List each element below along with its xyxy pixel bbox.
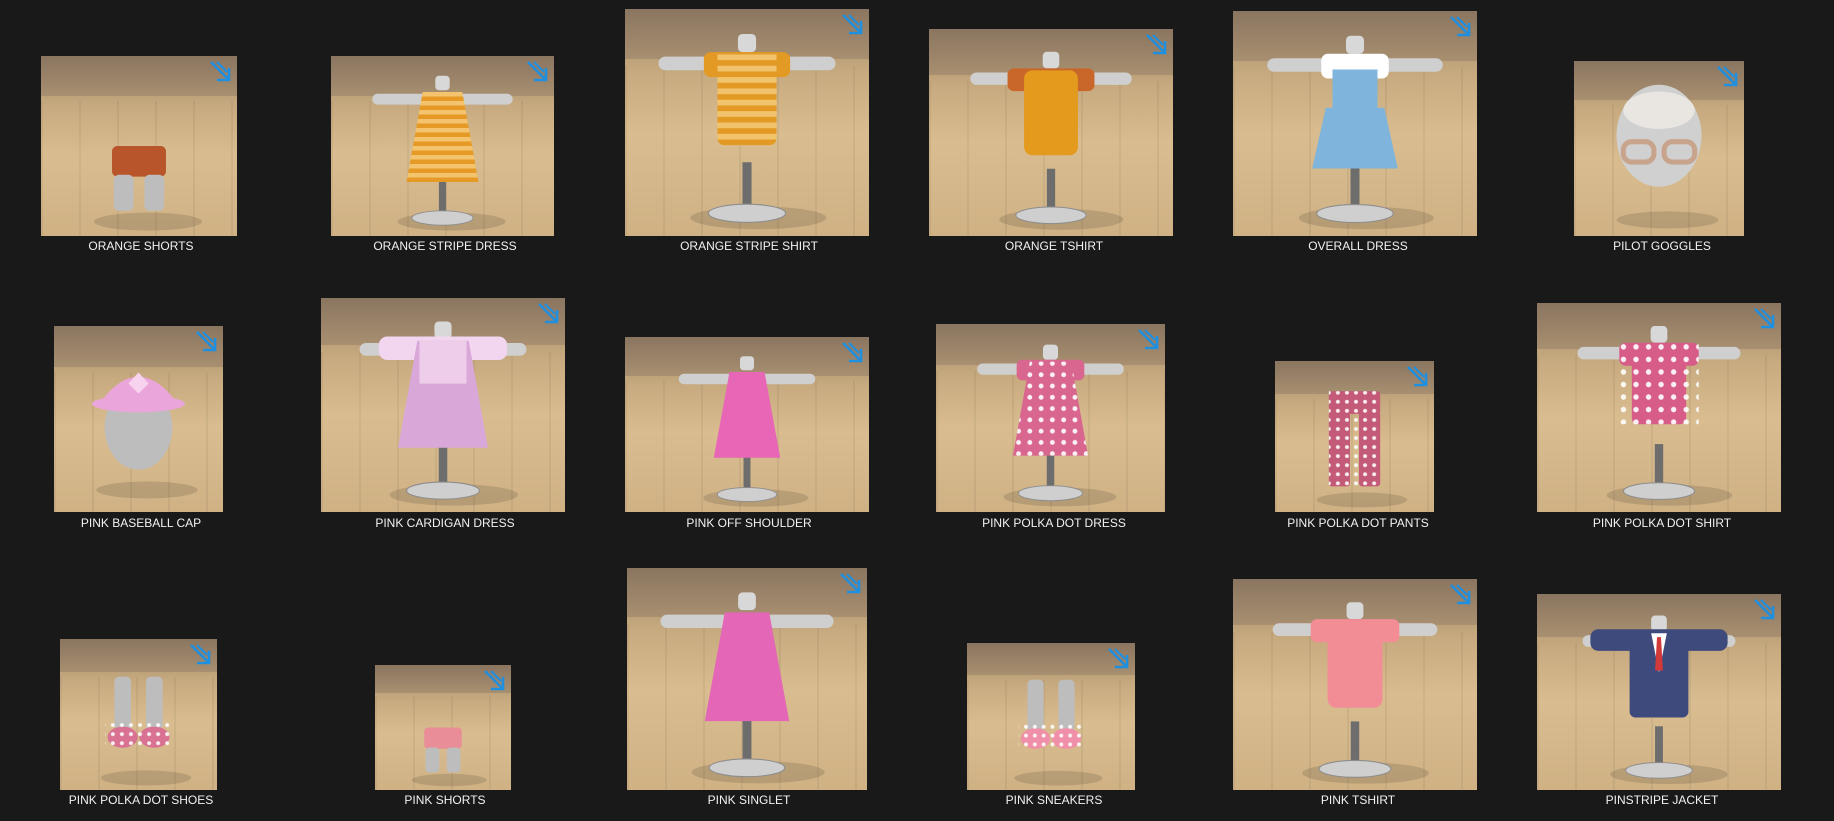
file-name-label[interactable]: ORANGE STRIPE DRESS: [295, 239, 595, 253]
file-thumbnail[interactable]: [331, 56, 554, 236]
shortcut-arrow-icon: [196, 331, 217, 352]
file-name-label[interactable]: ORANGE STRIPE SHIRT: [599, 239, 899, 253]
file-thumbnail[interactable]: [60, 639, 217, 790]
file-name-label[interactable]: PINK POLKA DOT PANTS: [1208, 516, 1508, 530]
clothing-preview: [678, 356, 816, 507]
file-thumbnail[interactable]: [1537, 594, 1781, 790]
shortcut-arrow-icon: [190, 644, 211, 665]
file-thumbnail[interactable]: [1537, 303, 1781, 512]
file-name-label[interactable]: PINK SNEAKERS: [904, 793, 1204, 807]
clothing-preview: [372, 75, 513, 231]
file-name-label[interactable]: PINK CARDIGAN DRESS: [295, 516, 595, 530]
file-thumbnail[interactable]: [321, 298, 565, 512]
clothing-preview: [1267, 35, 1443, 230]
shortcut-arrow-icon: [210, 61, 231, 82]
clothing-preview: [660, 592, 834, 784]
shortcut-arrow-icon: [484, 670, 505, 691]
file-grid: ORANGE SHORTS ORANGE STRIPE DRESS ORANGE…: [0, 0, 1834, 821]
file-thumbnail[interactable]: [967, 643, 1135, 790]
file-thumbnail[interactable]: [375, 665, 511, 790]
shortcut-arrow-icon: [1717, 66, 1738, 87]
clothing-preview: [1272, 602, 1438, 784]
file-thumbnail[interactable]: [41, 56, 237, 236]
shortcut-arrow-icon: [1108, 648, 1129, 669]
file-name-label[interactable]: PINK TSHIRT: [1208, 793, 1508, 807]
shortcut-arrow-icon: [538, 303, 559, 324]
file-thumbnail[interactable]: [1574, 61, 1744, 236]
file-name-label[interactable]: PILOT GOGGLES: [1512, 239, 1812, 253]
file-name-label[interactable]: PINSTRIPE JACKET: [1512, 793, 1812, 807]
shortcut-arrow-icon: [1407, 366, 1428, 387]
clothing-preview: [359, 321, 527, 506]
shortcut-arrow-icon: [1754, 599, 1775, 620]
file-thumbnail[interactable]: [627, 568, 867, 790]
clothing-preview: [970, 51, 1132, 230]
clothing-preview: [1577, 325, 1741, 506]
file-name-label[interactable]: PINK POLKA DOT DRESS: [904, 516, 1204, 530]
file-name-label[interactable]: PINK SINGLET: [599, 793, 899, 807]
shortcut-arrow-icon: [842, 14, 863, 35]
file-name-label[interactable]: OVERALL DRESS: [1208, 239, 1508, 253]
shortcut-arrow-icon: [1450, 584, 1471, 605]
clothing-preview: [1582, 615, 1736, 785]
shortcut-arrow-icon: [842, 342, 863, 363]
shortcut-arrow-icon: [1146, 34, 1167, 55]
file-thumbnail[interactable]: [625, 337, 869, 512]
clothing-preview: [977, 344, 1124, 507]
file-name-label[interactable]: PINK POLKA DOT SHOES: [0, 793, 291, 807]
file-thumbnail[interactable]: [936, 324, 1165, 512]
clothing-preview: [658, 33, 836, 230]
file-thumbnail[interactable]: [1233, 11, 1477, 236]
file-name-label[interactable]: PINK POLKA DOT SHIRT: [1512, 516, 1812, 530]
file-thumbnail[interactable]: [1275, 361, 1434, 512]
shortcut-arrow-icon: [1450, 16, 1471, 37]
file-thumbnail[interactable]: [1233, 579, 1477, 790]
file-name-label[interactable]: PINK SHORTS: [295, 793, 595, 807]
file-thumbnail[interactable]: [54, 326, 223, 512]
file-name-label[interactable]: PINK BASEBALL CAP: [0, 516, 291, 530]
shortcut-arrow-icon: [840, 573, 861, 594]
shortcut-arrow-icon: [1138, 329, 1159, 350]
file-name-label[interactable]: PINK OFF SHOULDER: [599, 516, 899, 530]
shortcut-arrow-icon: [527, 61, 548, 82]
file-thumbnail[interactable]: [929, 29, 1173, 236]
file-name-label[interactable]: ORANGE SHORTS: [0, 239, 291, 253]
shortcut-arrow-icon: [1754, 308, 1775, 329]
file-name-label[interactable]: ORANGE TSHIRT: [904, 239, 1204, 253]
file-thumbnail[interactable]: [625, 9, 869, 236]
